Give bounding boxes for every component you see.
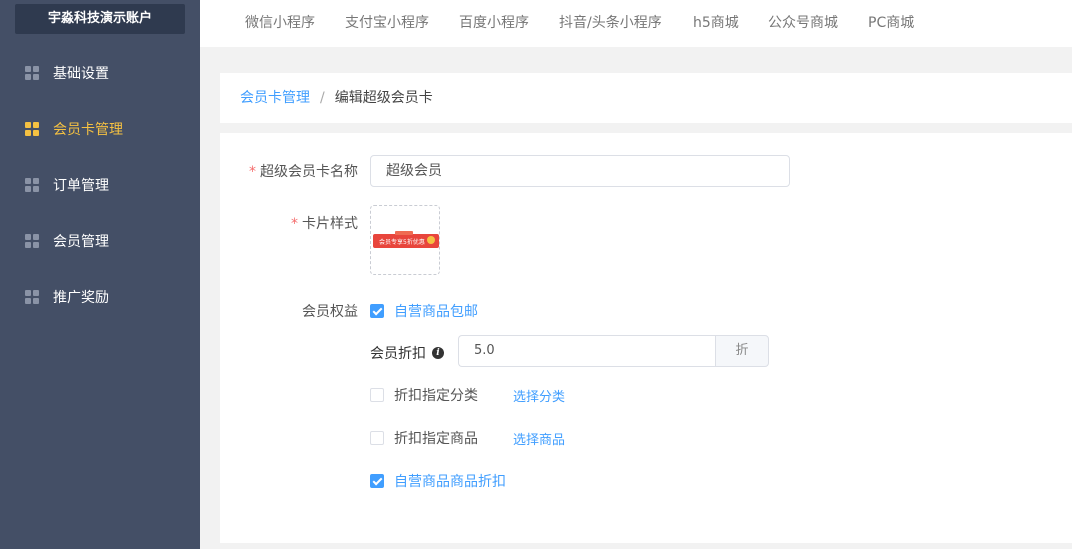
discount-category-label[interactable]: 折扣指定分类 xyxy=(394,385,478,405)
discount-goods-checkbox[interactable] xyxy=(370,431,384,445)
tab-pc-mall[interactable]: PC商城 xyxy=(868,0,914,47)
grid-icon xyxy=(25,178,39,192)
card-style-thumbnail: 会员专享5折优惠 xyxy=(373,231,439,248)
account-name[interactable]: 宇淼科技演示账户 xyxy=(15,4,185,34)
self-goods-discount-label[interactable]: 自营商品商品折扣 xyxy=(394,471,506,491)
discount-category-row: 折扣指定分类 选择分类 xyxy=(370,385,565,405)
tab-h5-mall[interactable]: h5商城 xyxy=(693,0,739,47)
sidebar-item-promotion[interactable]: 推广奖励 xyxy=(0,269,200,325)
discount-label: 会员折扣 i xyxy=(370,343,444,363)
self-goods-discount-checkbox[interactable] xyxy=(370,474,384,488)
discount-goods-label[interactable]: 折扣指定商品 xyxy=(394,428,478,448)
card-style-upload[interactable]: 会员专享5折优惠 xyxy=(370,205,440,275)
free-shipping-row: 自营商品包邮 xyxy=(370,301,478,321)
tab-wechat-miniprogram[interactable]: 微信小程序 xyxy=(245,0,315,47)
tab-douyin-miniprogram[interactable]: 抖音/头条小程序 xyxy=(559,0,662,47)
platform-tabs: 微信小程序 支付宝小程序 百度小程序 抖音/头条小程序 h5商城 公众号商城 P… xyxy=(200,0,1072,47)
breadcrumb-current: 编辑超级会员卡 xyxy=(334,90,433,106)
discount-unit: 折 xyxy=(715,335,769,367)
grid-icon xyxy=(25,122,39,136)
sidebar-item-label: 订单管理 xyxy=(53,178,109,194)
required-mark: * xyxy=(249,164,256,180)
sidebar-item-basic-settings[interactable]: 基础设置 xyxy=(0,45,200,101)
sidebar-item-members[interactable]: 会员管理 xyxy=(0,213,200,269)
card-style-label: * 卡片样式 xyxy=(291,216,358,232)
tab-official-account-mall[interactable]: 公众号商城 xyxy=(768,0,838,47)
breadcrumb-parent-link[interactable]: 会员卡管理 xyxy=(240,73,310,123)
free-shipping-label[interactable]: 自营商品包邮 xyxy=(394,301,478,321)
breadcrumb-panel: 会员卡管理 / 编辑超级会员卡 xyxy=(220,73,1072,123)
benefits-label: 会员权益 xyxy=(302,304,358,320)
discount-category-checkbox[interactable] xyxy=(370,388,384,402)
sidebar-item-membership-card[interactable]: 会员卡管理 xyxy=(0,101,200,157)
sidebar-item-label: 会员卡管理 xyxy=(53,122,123,138)
grid-icon xyxy=(25,290,39,304)
name-label: * 超级会员卡名称 xyxy=(249,164,358,180)
sidebar-item-orders[interactable]: 订单管理 xyxy=(0,157,200,213)
self-goods-discount-row: 自营商品商品折扣 xyxy=(370,471,506,491)
grid-icon xyxy=(25,234,39,248)
select-goods-link[interactable]: 选择商品 xyxy=(513,429,565,448)
card-thumb-text: 会员专享5折优惠 xyxy=(379,238,425,246)
discount-input-group: 5.0 折 xyxy=(458,335,769,367)
discount-input[interactable]: 5.0 xyxy=(458,335,715,367)
free-shipping-checkbox[interactable] xyxy=(370,304,384,318)
card-edit-form: * 超级会员卡名称 超级会员 * 卡片样式 会员专享5折优惠 会员权益 自营商品包邮… xyxy=(220,133,1072,543)
sidebar-item-label: 会员管理 xyxy=(53,234,109,250)
grid-icon xyxy=(25,66,39,80)
select-category-link[interactable]: 选择分类 xyxy=(513,386,565,405)
breadcrumb-separator: / xyxy=(320,90,325,106)
sidebar-item-label: 推广奖励 xyxy=(53,290,109,306)
card-name-input[interactable]: 超级会员 xyxy=(370,155,790,187)
required-mark: * xyxy=(291,216,298,232)
tab-baidu-miniprogram[interactable]: 百度小程序 xyxy=(459,0,529,47)
discount-goods-row: 折扣指定商品 选择商品 xyxy=(370,428,565,448)
breadcrumb: 会员卡管理 / 编辑超级会员卡 xyxy=(240,73,433,123)
info-icon[interactable]: i xyxy=(432,347,444,359)
sidebar-item-label: 基础设置 xyxy=(53,66,109,82)
sidebar: 宇淼科技演示账户 基础设置 会员卡管理 订单管理 会员管理 推广奖励 xyxy=(0,0,200,549)
tab-alipay-miniprogram[interactable]: 支付宝小程序 xyxy=(345,0,429,47)
